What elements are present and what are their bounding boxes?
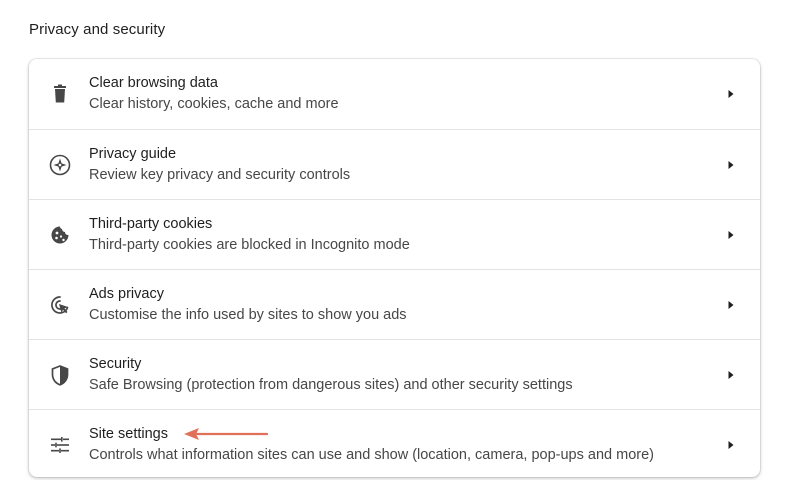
tune-sliders-icon [49,434,71,456]
privacy-settings-card: Clear browsing data Clear history, cooki… [29,59,760,477]
row-title: Third-party cookies [89,216,213,232]
compass-icon [49,154,71,176]
annotation-arrow-icon [184,428,269,440]
site-settings-row[interactable]: Site settings Controls what information … [29,409,760,477]
row-title: Ads privacy [89,286,164,302]
cookie-icon [49,224,71,246]
row-title: Clear browsing data [89,75,218,91]
section-title: Privacy and security [29,21,166,38]
row-title: Security [89,356,142,372]
row-subtitle: Third-party cookies are blocked in Incog… [89,237,410,253]
privacy-guide-row[interactable]: Privacy guide Review key privacy and sec… [29,129,760,199]
chevron-right-icon [728,161,734,169]
shield-icon [49,364,71,386]
ads-privacy-row[interactable]: Ads privacy Customise the info used by s… [29,269,760,339]
row-title: Privacy guide [89,146,177,162]
row-subtitle: Clear history, cookies, cache and more [89,96,339,112]
chevron-right-icon [728,301,734,309]
trash-icon [49,83,71,105]
row-subtitle: Safe Browsing (protection from dangerous… [89,377,573,393]
row-title: Site settings [89,426,168,442]
row-subtitle: Controls what information sites can use … [89,447,654,463]
chevron-right-icon [728,231,734,239]
third-party-cookies-row[interactable]: Third-party cookies Third-party cookies … [29,199,760,269]
security-row[interactable]: Security Safe Browsing (protection from … [29,339,760,409]
clear-browsing-data-row[interactable]: Clear browsing data Clear history, cooki… [29,59,760,129]
row-subtitle: Review key privacy and security controls [89,167,351,183]
chevron-right-icon [728,371,734,379]
ads-privacy-icon [49,294,71,316]
chevron-right-icon [728,90,734,98]
row-subtitle: Customise the info used by sites to show… [89,307,407,323]
chevron-right-icon [728,441,734,449]
